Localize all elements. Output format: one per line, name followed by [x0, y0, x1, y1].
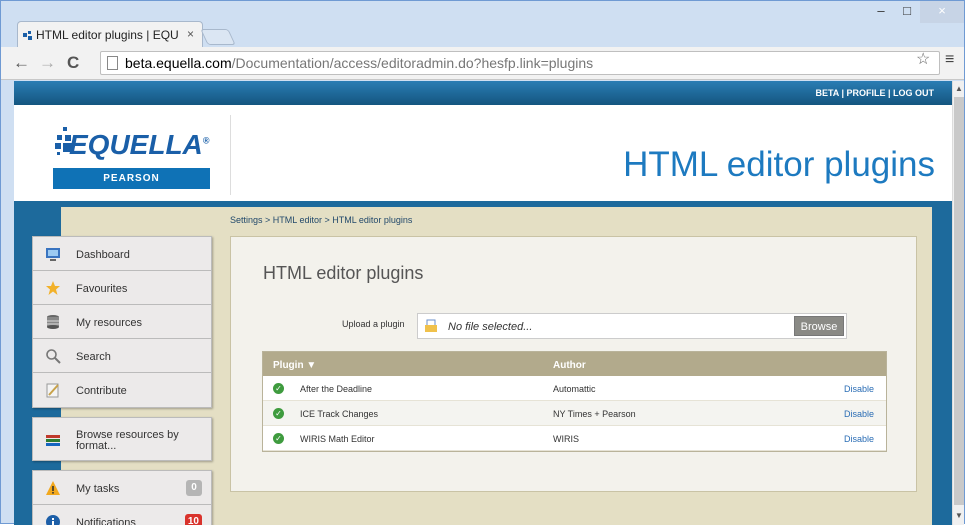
browser-window: HTML editor plugins | EQU × – □ × ← → C …: [0, 0, 965, 525]
site-header: EQUELLA® PEARSON HTML editor plugins: [14, 105, 952, 201]
col-plugin-header[interactable]: Plugin ▼: [273, 360, 316, 371]
sidebar-item-my-resources[interactable]: My resources: [33, 305, 211, 339]
database-icon: [47, 315, 59, 329]
upload-label: Upload a plugin: [342, 319, 405, 329]
scroll-down-icon[interactable]: ▼: [955, 511, 963, 520]
sidebar-item-search[interactable]: Search: [33, 339, 211, 373]
forward-button[interactable]: →: [39, 53, 56, 73]
sidebar-item-favourites[interactable]: Favourites: [33, 271, 211, 305]
maximize-button[interactable]: □: [894, 1, 920, 23]
disable-link[interactable]: Disable: [844, 434, 874, 444]
star-icon: [46, 281, 60, 295]
sidebar-item-dashboard[interactable]: Dashboard: [33, 237, 211, 271]
back-button[interactable]: ←: [13, 53, 30, 73]
sidebar-tasks-group: My tasks 0 Notifications 10: [32, 470, 212, 525]
sidebar-item-label: Dashboard: [76, 249, 130, 261]
sidebar-item-label: Contribute: [76, 385, 127, 397]
sidebar-item-browse-by-format[interactable]: Browse resources by format...: [33, 418, 211, 460]
window-controls: – □ ×: [868, 1, 964, 23]
plugins-panel: HTML editor plugins Upload a plugin No f…: [230, 236, 917, 492]
reload-button[interactable]: C: [67, 53, 79, 73]
col-author-header: Author: [553, 360, 586, 371]
sidebar: Dashboard Favourites My resources Search…: [32, 236, 212, 525]
table-row: ✓ WIRIS Math Editor WIRIS Disable: [263, 426, 886, 451]
table-row: ✓ After the Deadline Automattic Disable: [263, 376, 886, 401]
search-icon: [46, 349, 61, 364]
disable-link[interactable]: Disable: [844, 384, 874, 394]
plugin-name: ICE Track Changes: [300, 409, 379, 419]
plugin-author: NY Times + Pearson: [553, 409, 636, 419]
breadcrumb[interactable]: Settings > HTML editor > HTML editor plu…: [230, 215, 412, 225]
browser-toolbar: ← → C beta.equella.com/Documentation/acc…: [1, 47, 964, 80]
bookmark-star-icon[interactable]: ☆: [916, 49, 930, 69]
top-link-bar[interactable]: BETA | PROFILE | LOG OUT: [14, 81, 952, 105]
minimize-button[interactable]: –: [868, 1, 894, 23]
plugin-author: Automattic: [553, 384, 596, 394]
sidebar-item-label: Browse resources by format...: [76, 429, 179, 452]
panel-title: HTML editor plugins: [263, 263, 424, 283]
table-header: Plugin ▼ Author: [263, 352, 886, 376]
books-icon: [46, 435, 60, 446]
file-placeholder: No file selected...: [448, 321, 533, 333]
scrollbar-thumb[interactable]: [954, 97, 964, 505]
sidebar-item-label: Search: [76, 351, 111, 363]
scroll-up-icon[interactable]: ▲: [955, 84, 963, 93]
browser-menu-icon[interactable]: ≡: [945, 51, 954, 69]
folder-file-icon: [425, 319, 437, 332]
page-title: HTML editor plugins: [623, 145, 935, 184]
favicon-icon: [23, 31, 32, 40]
tab-title: HTML editor plugins | EQU: [36, 28, 179, 42]
logo-pearson: PEARSON: [53, 168, 210, 189]
contribute-icon: [46, 383, 59, 398]
plugin-author: WIRIS: [553, 434, 579, 444]
logo-text: EQUELLA®: [69, 129, 210, 160]
table-row: ✓ ICE Track Changes NY Times + Pearson D…: [263, 401, 886, 426]
browse-button[interactable]: Browse: [794, 316, 844, 336]
page-icon: [107, 56, 118, 70]
disable-link[interactable]: Disable: [844, 409, 874, 419]
equella-logo[interactable]: EQUELLA® PEARSON: [53, 119, 210, 196]
sidebar-item-label: Favourites: [76, 283, 128, 295]
info-icon: [46, 515, 60, 525]
check-icon: ✓: [273, 383, 284, 394]
new-tab-button[interactable]: [200, 29, 236, 45]
sidebar-browse-group: Browse resources by format...: [32, 417, 212, 461]
plugins-table: Plugin ▼ Author ✓ After the Deadline Aut…: [262, 351, 887, 452]
dashboard-icon: [46, 248, 60, 261]
notifications-count-badge: 10: [184, 514, 202, 525]
sidebar-item-my-tasks[interactable]: My tasks 0: [33, 471, 211, 505]
tab-strip: HTML editor plugins | EQU × – □ ×: [1, 1, 964, 48]
sidebar-item-label: My tasks: [76, 483, 120, 495]
sidebar-item-notifications[interactable]: Notifications 10: [33, 505, 211, 525]
url-host: beta.equella.com: [125, 55, 232, 71]
web-page: BETA | PROFILE | LOG OUT EQUELLA® PEARSO…: [14, 81, 952, 525]
plugin-name: WIRIS Math Editor: [300, 434, 375, 444]
plugin-name: After the Deadline: [300, 384, 373, 394]
url-path: /Documentation/access/editoradmin.do?hes…: [231, 55, 594, 71]
close-window-button[interactable]: ×: [920, 1, 964, 23]
address-bar[interactable]: beta.equella.com/Documentation/access/ed…: [100, 51, 940, 75]
page-scrollbar[interactable]: ▲ ▼: [952, 81, 964, 525]
sidebar-item-label: My resources: [76, 317, 143, 329]
header-divider: [230, 115, 231, 195]
warning-icon: [46, 481, 60, 495]
tab-close-icon[interactable]: ×: [187, 27, 194, 41]
tasks-count-badge: 0: [186, 480, 202, 496]
sidebar-main-group: Dashboard Favourites My resources Search…: [32, 236, 212, 408]
file-upload-field[interactable]: No file selected... Browse: [417, 313, 847, 339]
check-icon: ✓: [273, 408, 284, 419]
browser-tab[interactable]: HTML editor plugins | EQU ×: [17, 21, 203, 48]
sidebar-item-contribute[interactable]: Contribute: [33, 373, 211, 407]
check-icon: ✓: [273, 433, 284, 444]
